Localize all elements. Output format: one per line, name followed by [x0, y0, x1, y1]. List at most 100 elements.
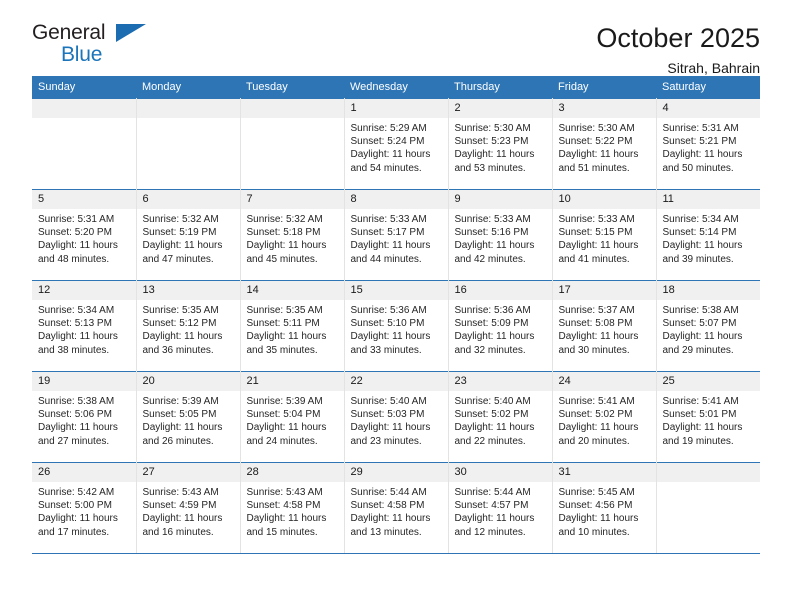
calendar-day-cell[interactable]: 16 Sunrise: 5:36 AM Sunset: 5:09 PM Dayligh… — [448, 280, 553, 372]
day-number: 4 — [656, 99, 760, 118]
day-number: 18 — [656, 281, 760, 300]
day-number: 6 — [136, 190, 240, 209]
calendar-day-cell[interactable]: 5 Sunrise: 5:31 AM Sunset: 5:20 PM Daylight… — [32, 189, 137, 281]
sunrise-text: Sunrise: 5:34 AM — [38, 305, 115, 316]
sunset-text: Sunset: 5:16 PM — [454, 227, 529, 239]
day-details: Sunrise: 5:34 AM Sunset: 5:13 PM Daylight:… — [32, 300, 136, 357]
day-number: 26 — [32, 463, 136, 482]
day-details: Sunrise: 5:37 AM Sunset: 5:08 PM Daylight:… — [553, 300, 656, 357]
logo-triangle-icon — [116, 24, 146, 42]
day-number: 5 — [32, 190, 136, 209]
calendar-day-cell[interactable]: 3 Sunrise: 5:30 AM Sunset: 5:22 PM Daylight… — [552, 98, 657, 190]
day-number: 20 — [136, 372, 240, 391]
day-number — [240, 99, 344, 118]
calendar-day-cell[interactable]: 4 Sunrise: 5:31 AM Sunset: 5:21 PM Daylight… — [656, 98, 761, 190]
calendar-day-cell[interactable]: 27 Sunrise: 5:43 AM Sunset: 4:59 PM Dayligh… — [136, 462, 241, 554]
daylight-text-cont: and 16 minutes. — [142, 526, 214, 538]
sunset-text: Sunset: 5:02 PM — [558, 409, 633, 421]
calendar-day-cell[interactable]: 26 Sunrise: 5:42 AM Sunset: 5:00 PM Dayligh… — [32, 462, 137, 554]
calendar-day-cell[interactable]: 15 Sunrise: 5:36 AM Sunset: 5:10 PM Dayligh… — [344, 280, 449, 372]
calendar-day-cell[interactable]: 30 Sunrise: 5:44 AM Sunset: 4:57 PM Dayligh… — [448, 462, 553, 554]
daylight-text-cont: and 44 minutes. — [350, 253, 422, 265]
daylight-text-cont: and 30 minutes. — [558, 344, 630, 356]
daylight-text: Daylight: 11 hours — [454, 513, 535, 525]
daylight-text: Daylight: 11 hours — [142, 513, 223, 525]
daylight-text: Daylight: 11 hours — [662, 149, 743, 161]
sunrise-text: Sunrise: 5:30 AM — [558, 123, 635, 134]
sunset-text: Sunset: 5:05 PM — [142, 409, 217, 421]
daylight-text-cont: and 38 minutes. — [38, 344, 110, 356]
calendar-day-cell[interactable]: 13 Sunrise: 5:35 AM Sunset: 5:12 PM Dayligh… — [136, 280, 241, 372]
daylight-text: Daylight: 11 hours — [350, 149, 431, 161]
daylight-text-cont: and 51 minutes. — [558, 162, 630, 174]
day-number: 11 — [656, 190, 760, 209]
day-details — [657, 482, 761, 486]
calendar-day-cell[interactable]: 20 Sunrise: 5:39 AM Sunset: 5:05 PM Dayligh… — [136, 371, 241, 463]
day-details: Sunrise: 5:41 AM Sunset: 5:02 PM Daylight:… — [553, 391, 656, 448]
day-details — [241, 118, 344, 122]
daylight-text-cont: and 24 minutes. — [246, 435, 318, 447]
calendar-day-cell[interactable]: 22 Sunrise: 5:40 AM Sunset: 5:03 PM Dayligh… — [344, 371, 449, 463]
general-blue-logo[interactable]: General Blue — [32, 22, 152, 70]
calendar-day-cell[interactable]: 25 Sunrise: 5:41 AM Sunset: 5:01 PM Dayligh… — [656, 371, 760, 463]
day-number: 16 — [448, 281, 552, 300]
day-details: Sunrise: 5:44 AM Sunset: 4:58 PM Daylight:… — [345, 482, 448, 539]
sunset-text: Sunset: 5:19 PM — [142, 227, 217, 239]
day-number — [136, 99, 240, 118]
sunset-text: Sunset: 5:15 PM — [558, 227, 633, 239]
daylight-text-cont: and 39 minutes. — [662, 253, 734, 265]
calendar-day-cell[interactable]: 10 Sunrise: 5:33 AM Sunset: 5:15 PM Dayligh… — [552, 189, 657, 281]
daylight-text: Daylight: 11 hours — [350, 422, 431, 434]
daylight-text-cont: and 13 minutes. — [350, 526, 422, 538]
calendar-day-cell[interactable]: 17 Sunrise: 5:37 AM Sunset: 5:08 PM Dayligh… — [552, 280, 657, 372]
daylight-text: Daylight: 11 hours — [454, 149, 535, 161]
weekday-header-monday: Monday — [136, 76, 240, 99]
day-number: 19 — [32, 372, 136, 391]
calendar-week-row: 12 Sunrise: 5:34 AM Sunset: 5:13 PM Dayligh… — [32, 280, 760, 372]
day-details: Sunrise: 5:39 AM Sunset: 5:05 PM Daylight:… — [137, 391, 240, 448]
daylight-text: Daylight: 11 hours — [38, 422, 118, 434]
calendar-day-cell-empty — [136, 98, 241, 190]
sunrise-text: Sunrise: 5:35 AM — [142, 305, 219, 316]
calendar-day-cell[interactable]: 19 Sunrise: 5:38 AM Sunset: 5:06 PM Dayligh… — [32, 371, 137, 463]
calendar-day-cell[interactable]: 14 Sunrise: 5:35 AM Sunset: 5:11 PM Dayligh… — [240, 280, 345, 372]
day-number: 25 — [656, 372, 760, 391]
calendar-day-cell[interactable]: 9 Sunrise: 5:33 AM Sunset: 5:16 PM Daylight… — [448, 189, 553, 281]
calendar-day-cell[interactable]: 21 Sunrise: 5:39 AM Sunset: 5:04 PM Dayligh… — [240, 371, 345, 463]
day-number: 3 — [552, 99, 656, 118]
calendar-day-cell[interactable]: 11 Sunrise: 5:34 AM Sunset: 5:14 PM Dayligh… — [656, 189, 760, 281]
calendar-day-cell[interactable]: 7 Sunrise: 5:32 AM Sunset: 5:18 PM Daylight… — [240, 189, 345, 281]
calendar-day-cell-empty — [240, 98, 345, 190]
calendar-day-cell[interactable]: 2 Sunrise: 5:30 AM Sunset: 5:23 PM Daylight… — [448, 98, 553, 190]
calendar-day-cell[interactable]: 29 Sunrise: 5:44 AM Sunset: 4:58 PM Dayligh… — [344, 462, 449, 554]
calendar-day-cell[interactable]: 6 Sunrise: 5:32 AM Sunset: 5:19 PM Daylight… — [136, 189, 241, 281]
calendar-day-cell[interactable]: 18 Sunrise: 5:38 AM Sunset: 5:07 PM Dayligh… — [656, 280, 760, 372]
day-details: Sunrise: 5:31 AM Sunset: 5:21 PM Daylight:… — [657, 118, 761, 175]
sunrise-text: Sunrise: 5:44 AM — [454, 487, 531, 498]
calendar-day-cell[interactable]: 1 Sunrise: 5:29 AM Sunset: 5:24 PM Daylight… — [344, 98, 449, 190]
sunrise-text: Sunrise: 5:32 AM — [142, 214, 219, 225]
calendar-day-cell[interactable]: 23 Sunrise: 5:40 AM Sunset: 5:02 PM Dayligh… — [448, 371, 553, 463]
calendar-day-cell[interactable]: 24 Sunrise: 5:41 AM Sunset: 5:02 PM Dayligh… — [552, 371, 657, 463]
sunrise-text: Sunrise: 5:43 AM — [142, 487, 219, 498]
calendar-day-cell[interactable]: 28 Sunrise: 5:43 AM Sunset: 4:58 PM Dayligh… — [240, 462, 345, 554]
calendar-day-cell[interactable]: 12 Sunrise: 5:34 AM Sunset: 5:13 PM Dayligh… — [32, 280, 137, 372]
calendar-day-cell[interactable]: 8 Sunrise: 5:33 AM Sunset: 5:17 PM Daylight… — [344, 189, 449, 281]
sunset-text: Sunset: 4:56 PM — [558, 500, 633, 512]
title-block: October 2025 Sitrah, Bahrain — [596, 22, 760, 77]
day-number — [32, 99, 136, 118]
daylight-text-cont: and 20 minutes. — [558, 435, 630, 447]
sunrise-text: Sunrise: 5:33 AM — [454, 214, 531, 225]
sunrise-text: Sunrise: 5:36 AM — [350, 305, 427, 316]
day-number: 12 — [32, 281, 136, 300]
day-number: 2 — [448, 99, 552, 118]
sunset-text: Sunset: 5:22 PM — [558, 136, 633, 148]
sunset-text: Sunset: 5:21 PM — [662, 136, 737, 148]
daylight-text: Daylight: 11 hours — [350, 331, 431, 343]
day-details: Sunrise: 5:29 AM Sunset: 5:24 PM Daylight:… — [345, 118, 448, 175]
daylight-text-cont: and 47 minutes. — [142, 253, 214, 265]
day-details: Sunrise: 5:39 AM Sunset: 5:04 PM Daylight:… — [241, 391, 344, 448]
day-number: 17 — [552, 281, 656, 300]
calendar-day-cell[interactable]: 31 Sunrise: 5:45 AM Sunset: 4:56 PM Dayligh… — [552, 462, 657, 554]
sunrise-text: Sunrise: 5:34 AM — [662, 214, 739, 225]
